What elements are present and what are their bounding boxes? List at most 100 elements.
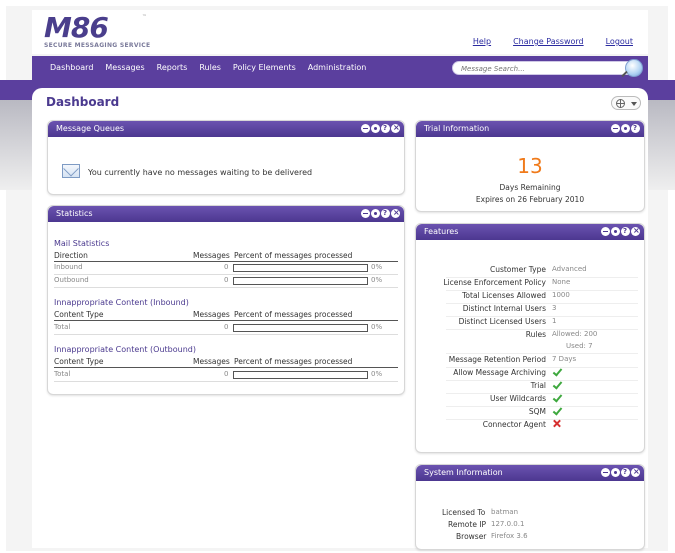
divider: [54, 261, 398, 262]
feature-label: License Enforcement Policy: [443, 278, 546, 287]
nav-administration[interactable]: Administration: [308, 63, 367, 72]
feature-value-secondary: Used: 7: [566, 342, 593, 350]
settings-icon[interactable]: [611, 468, 620, 477]
feature-label: Allow Message Archiving: [453, 368, 546, 377]
help-icon[interactable]: [381, 209, 390, 218]
divider: [54, 287, 398, 288]
help-icon[interactable]: [631, 124, 640, 133]
table-row-label: Inbound: [54, 263, 83, 271]
feature-label: SQM: [528, 407, 546, 416]
panel-controls: [601, 226, 640, 236]
trial-information-panel: Trial Information 13 Days Remaining Expi…: [415, 120, 645, 212]
browser-value: Firefox 3.6: [491, 532, 528, 540]
nav-rules[interactable]: Rules: [199, 63, 221, 72]
minimize-icon[interactable]: [361, 124, 370, 133]
logo-mark-text: M86: [44, 11, 109, 44]
m86-logo[interactable]: M86 ™ SECURE MESSAGING SERVICE: [44, 14, 154, 52]
nav-dashboard[interactable]: Dashboard: [50, 63, 93, 72]
feature-value: 3: [552, 304, 557, 312]
message-search-input[interactable]: [461, 63, 621, 74]
close-icon[interactable]: [631, 467, 640, 477]
close-icon[interactable]: [391, 208, 400, 218]
help-icon[interactable]: [621, 468, 630, 477]
nav-reports[interactable]: Reports: [157, 63, 188, 72]
top-links: Help Change Password Logout: [473, 37, 633, 46]
remote-ip-label: Remote IP: [448, 520, 487, 529]
feature-label: Trial: [530, 381, 546, 390]
inbound-content-title: Innappropriate Content (Inbound): [54, 298, 189, 307]
table-row-messages: 0: [224, 276, 229, 284]
feature-value: 1000: [552, 291, 570, 299]
panel-title: Statistics: [56, 209, 93, 218]
help-link[interactable]: Help: [473, 37, 491, 46]
system-information-panel: System Information Licensed To batman Re…: [415, 464, 645, 550]
remote-ip-value: 127.0.0.1: [491, 520, 525, 528]
minimize-icon[interactable]: [361, 209, 370, 218]
settings-icon[interactable]: [371, 209, 380, 218]
minimize-icon[interactable]: [611, 124, 620, 133]
divider: [54, 320, 398, 321]
nav-messages[interactable]: Messages: [105, 63, 144, 72]
column-header-messages: Messages: [193, 310, 230, 319]
main-nav: Dashboard Messages Reports Rules Policy …: [32, 56, 648, 80]
settings-icon[interactable]: [371, 124, 380, 133]
nav-policy-elements[interactable]: Policy Elements: [233, 63, 296, 72]
table-row-messages: 0: [224, 370, 229, 378]
table-row-messages: 0: [224, 323, 229, 331]
browser-label: Browser: [456, 532, 487, 541]
feature-label: Customer Type: [489, 265, 546, 274]
days-remaining-label: Days Remaining: [499, 183, 561, 192]
column-header-type: Content Type: [54, 310, 104, 319]
table-row-percent: 0%: [371, 323, 383, 331]
minimize-icon[interactable]: [601, 468, 610, 477]
change-password-link[interactable]: Change Password: [513, 37, 584, 46]
expiry-date: Expires on 26 February 2010: [475, 195, 585, 204]
help-icon[interactable]: [621, 227, 630, 236]
table-row-percent: 0%: [371, 276, 383, 284]
minimize-icon[interactable]: [601, 227, 610, 236]
logout-link[interactable]: Logout: [606, 37, 633, 46]
days-remaining-count: 13: [517, 154, 543, 178]
close-icon[interactable]: [391, 123, 400, 133]
feature-label: Message Retention Period: [448, 355, 546, 364]
column-header-direction: Direction: [54, 251, 88, 260]
feature-value: Advanced: [552, 265, 587, 273]
panel-controls: [601, 467, 640, 477]
panel-title: Features: [424, 227, 459, 236]
search-icon[interactable]: [625, 59, 643, 77]
feature-value: 7 Days: [552, 355, 577, 363]
settings-icon[interactable]: [621, 124, 630, 133]
column-header-type: Content Type: [54, 357, 104, 366]
divider: [54, 334, 398, 335]
feature-row: Connector Agent: [416, 420, 646, 433]
licensed-to-value: batman: [491, 508, 519, 516]
panel-header: Trial Information: [416, 121, 644, 137]
checkmark-icon: [552, 367, 562, 377]
checkmark-icon: [552, 406, 562, 416]
feature-label: Distinct Internal Users: [462, 304, 546, 313]
settings-icon[interactable]: [611, 227, 620, 236]
feature-label: Distinct Licensed Users: [458, 317, 546, 326]
nav-items: Dashboard Messages Reports Rules Policy …: [50, 63, 366, 72]
column-header-messages: Messages: [193, 251, 230, 260]
mail-statistics-title: Mail Statistics: [54, 239, 110, 248]
help-icon[interactable]: [381, 124, 390, 133]
logo-mark: M86: [44, 11, 109, 44]
table-row-label: Total: [54, 323, 71, 331]
progress-bar: [233, 277, 368, 285]
divider: [54, 274, 398, 275]
panel-header: Features: [416, 224, 644, 240]
table-row-messages: 0: [224, 263, 229, 271]
statistics-panel: Statistics Mail Statistics Direction Mes…: [47, 205, 405, 395]
column-header-percent: Percent of messages processed: [234, 357, 353, 366]
close-icon[interactable]: [631, 226, 640, 236]
feature-row: User Wildcards: [416, 394, 646, 407]
feature-row: Customer Type Advanced: [416, 265, 646, 278]
divider: [446, 353, 638, 354]
panel-header: System Information: [416, 465, 644, 481]
panel-header: Statistics: [48, 206, 404, 222]
panel-header: Message Queues: [48, 121, 404, 137]
view-options-button[interactable]: [611, 96, 641, 110]
feature-value: Allowed: 200: [552, 330, 598, 338]
feature-label: Connector Agent: [482, 420, 546, 429]
